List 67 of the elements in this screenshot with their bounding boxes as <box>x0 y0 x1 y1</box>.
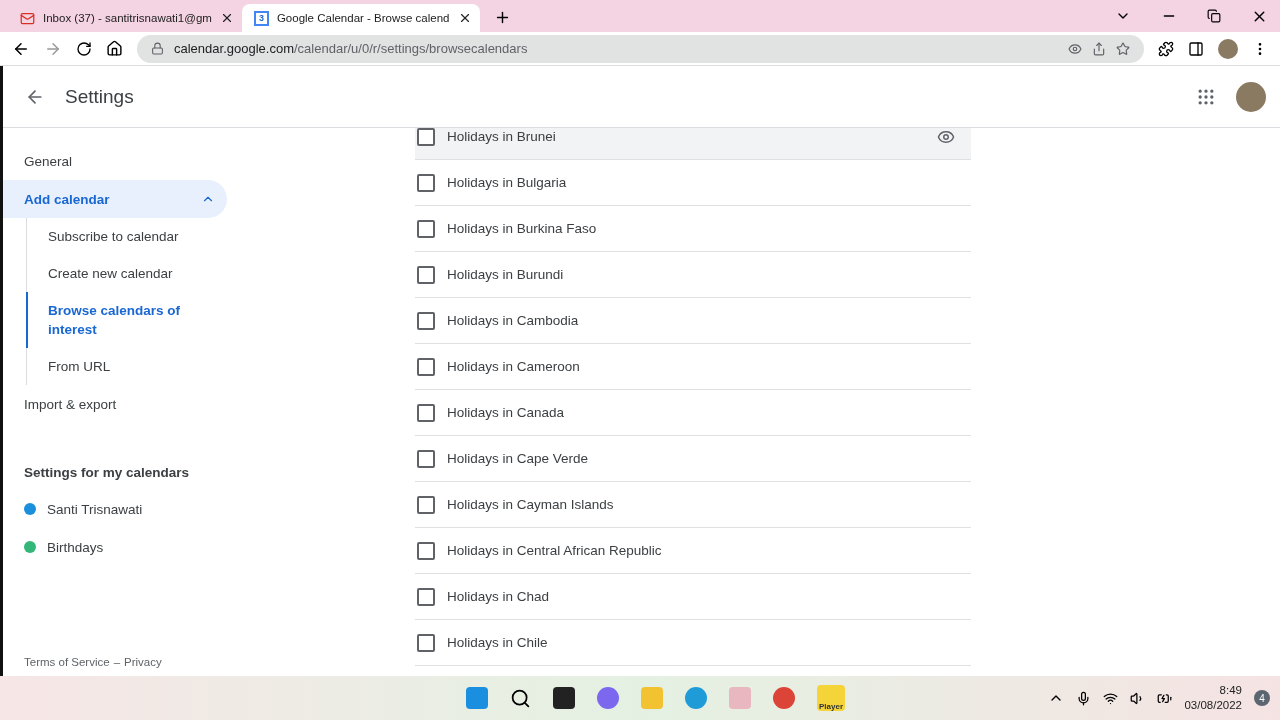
share-icon[interactable] <box>1092 41 1106 56</box>
tab-title: Google Calendar - Browse calend <box>276 12 450 24</box>
clock[interactable]: 8:49 03/08/2022 <box>1184 683 1242 713</box>
holiday-label: Holidays in Cameroon <box>447 359 581 374</box>
terms-link[interactable]: Terms of Service <box>24 656 110 668</box>
sidebar-item[interactable]: Add calendar <box>3 180 227 218</box>
checkbox[interactable] <box>417 219 435 238</box>
side-panel-icon[interactable] <box>1188 40 1204 57</box>
calendar-row[interactable]: Holidays in Brunei <box>415 128 971 160</box>
time-text: 8:49 <box>1219 683 1242 698</box>
tab-title: Inbox (37) - santitrisnawati1@gm <box>43 12 212 24</box>
extensions-icon[interactable] <box>1158 40 1174 57</box>
holiday-label: Holidays in Bulgaria <box>447 175 568 190</box>
sidebar-subitem[interactable]: Create new calendar <box>26 255 206 292</box>
microphone-icon[interactable] <box>1076 690 1092 706</box>
calendar-name[interactable]: Birthdays <box>47 539 104 555</box>
sidebar-item[interactable]: General <box>3 142 227 180</box>
holiday-label: Holidays in Cape Verde <box>447 451 590 466</box>
checkbox[interactable] <box>417 633 435 652</box>
star-icon[interactable] <box>1116 41 1130 56</box>
checkbox[interactable] <box>417 449 435 468</box>
holiday-label: Holidays in Brunei <box>447 129 557 144</box>
sidebar-subitem[interactable]: Subscribe to calendar <box>26 218 206 255</box>
search-icon[interactable] <box>510 687 531 709</box>
browser-tab[interactable]: Inbox (37) - santitrisnawati1@gm <box>8 4 242 32</box>
sidebar-subitem[interactable]: Browse calendars of interest <box>26 292 206 348</box>
calendar-icon: 3 <box>253 10 269 26</box>
checkbox[interactable] <box>417 587 435 606</box>
lock-icon <box>151 42 164 55</box>
page-title: Settings <box>65 85 135 108</box>
checkbox[interactable] <box>417 541 435 560</box>
holiday-label: Holidays in Chad <box>447 589 551 604</box>
date-text: 03/08/2022 <box>1184 698 1242 713</box>
checkbox[interactable] <box>417 311 435 330</box>
holiday-label: Holidays in Cambodia <box>447 313 580 328</box>
home-icon[interactable] <box>106 40 123 57</box>
calendar-name[interactable]: Santi Trisnawati <box>47 501 143 517</box>
eye-icon[interactable] <box>937 128 955 146</box>
checkbox[interactable] <box>417 357 435 376</box>
url-text: calendar.google.com/calendar/u/0/r/settings/browsecalendars <box>174 41 529 56</box>
profile-avatar[interactable] <box>1218 38 1238 59</box>
holiday-label: Holidays in Burkina Faso <box>447 221 598 236</box>
holiday-label: Holidays in Central African Republic <box>447 543 663 558</box>
privacy-link[interactable]: Privacy <box>124 656 162 668</box>
account-avatar[interactable] <box>1236 81 1266 112</box>
holiday-label: Holidays in Chile <box>447 635 549 650</box>
checkbox[interactable] <box>417 403 435 422</box>
wifi-icon[interactable] <box>1103 690 1119 706</box>
holiday-label: Holidays in Burundi <box>447 267 565 282</box>
holiday-label: Holidays in Cayman Islands <box>447 497 615 512</box>
eye-icon[interactable] <box>1068 41 1082 56</box>
checkbox[interactable] <box>417 265 435 284</box>
sidebar-item[interactable]: Import & export <box>3 385 227 423</box>
player-app-icon[interactable]: Player <box>817 685 845 711</box>
browser-tab[interactable]: 3 Google Calendar - Browse calend <box>241 4 480 32</box>
checkbox[interactable] <box>417 495 435 514</box>
reload-icon[interactable] <box>76 40 92 57</box>
checkbox[interactable] <box>417 173 435 192</box>
mail-icon <box>20 10 35 26</box>
sidebar-subitem[interactable]: From URL <box>26 348 206 385</box>
checkbox[interactable] <box>417 128 435 146</box>
address-bar[interactable]: calendar.google.com/calendar/u/0/r/settings/browsecalendars <box>137 34 1144 63</box>
separator-text: – <box>113 656 121 668</box>
section-title: Settings for my calendars <box>24 465 191 480</box>
notification-badge[interactable]: 4 <box>1254 690 1270 706</box>
holiday-label: Holidays in Canada <box>447 405 566 420</box>
restore-icon[interactable] <box>1207 9 1221 23</box>
